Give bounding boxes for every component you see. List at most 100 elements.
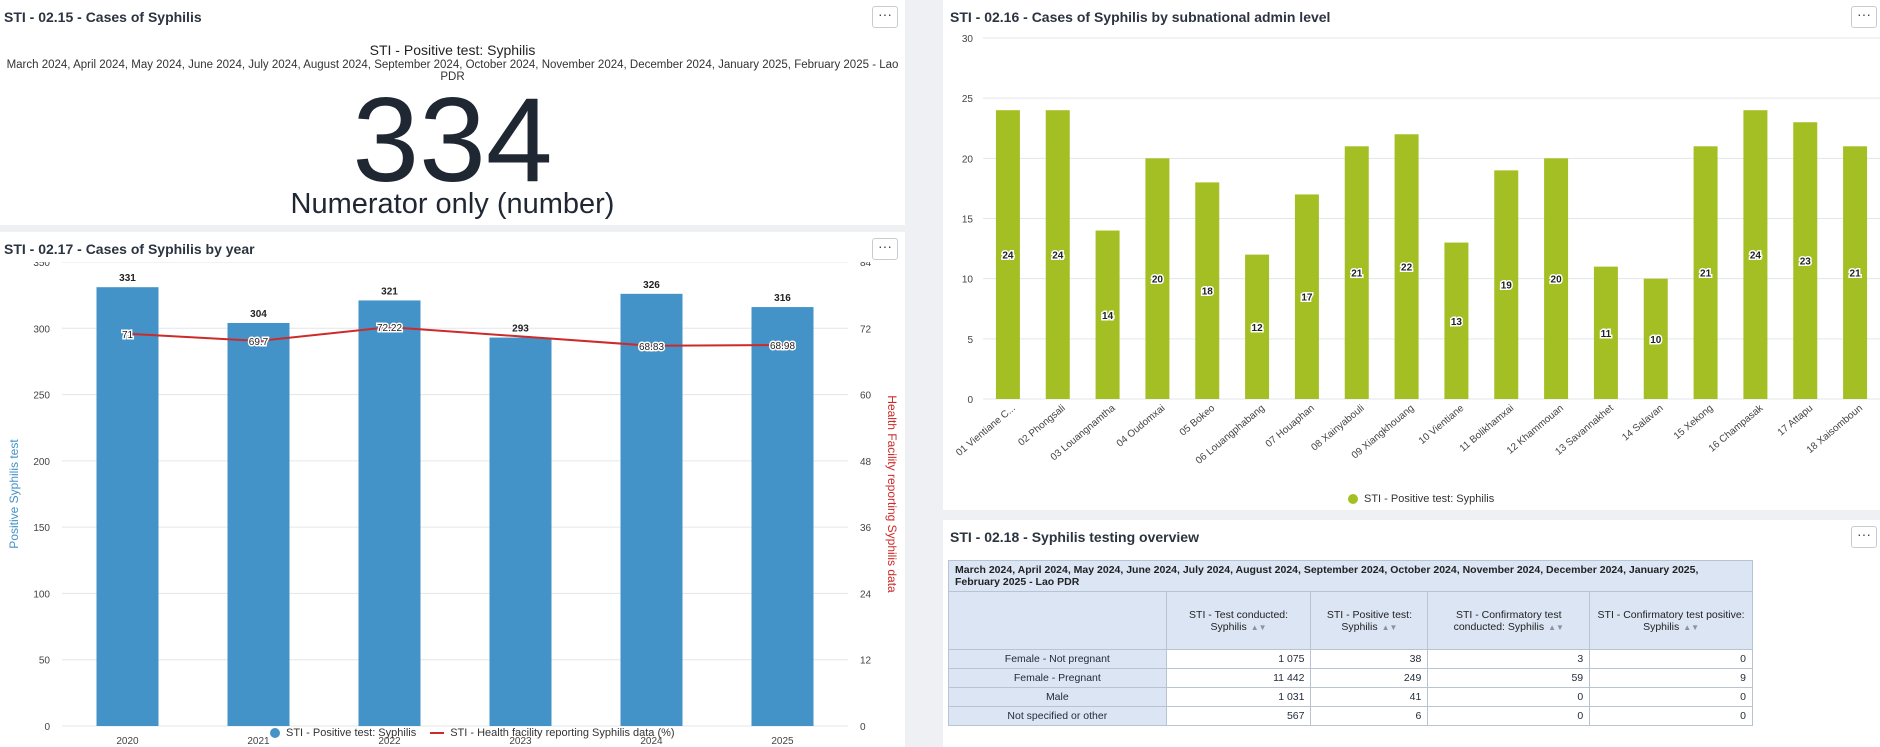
table-cell: 0 <box>1589 687 1753 707</box>
column-header[interactable]: STI - Positive test: Syphilis ▲▼ <box>1310 591 1429 650</box>
y-tick-label: 50 <box>39 656 51 667</box>
line-data-label: 68.98 <box>770 341 795 352</box>
admin-chart-legend: STI - Positive test: Syphilis <box>1348 493 1494 505</box>
table-cell: 0 <box>1427 706 1591 726</box>
sort-icon: ▲▼ <box>1381 622 1398 632</box>
y-tick-label: 20 <box>962 154 974 165</box>
y-tick-label: 100 <box>33 589 50 600</box>
year-chart-legend: STI - Positive test: Syphilis STI - Heal… <box>270 727 675 739</box>
single-value-label: Numerator only (number) <box>290 188 615 220</box>
y2-tick-label: 0 <box>860 722 866 733</box>
y-tick-label: 15 <box>962 215 974 226</box>
table-cell: 9 <box>1589 668 1753 688</box>
bar-data-label: 21 <box>1850 269 1862 280</box>
table-row: Male 1 031 41 0 0 <box>948 687 1753 707</box>
row-header: Not specified or other <box>948 706 1167 726</box>
table-cell: 1 031 <box>1165 687 1312 707</box>
panel-by-year: STI - 02.17 - Cases of Syphilis by year … <box>0 232 905 747</box>
panel-by-admin: STI - 02.16 - Cases of Syphilis by subna… <box>943 0 1880 510</box>
y2-tick-label: 12 <box>860 656 872 667</box>
bar-data-label: 14 <box>1102 311 1114 322</box>
table-row: Female - Not pregnant 1 075 38 3 0 <box>948 649 1753 669</box>
y2-tick-label: 84 <box>860 262 872 269</box>
legend-swatch-line <box>430 732 445 734</box>
column-header[interactable]: STI - Test conducted: Syphilis ▲▼ <box>1165 591 1312 650</box>
bar-data-label: 331 <box>119 273 136 284</box>
table-cell: 0 <box>1589 649 1753 669</box>
panel-menu-button[interactable]: ··· <box>1851 526 1877 548</box>
bar-data-label: 19 <box>1501 281 1513 292</box>
panel-testing-overview: STI - 02.18 - Syphilis testing overview … <box>943 520 1880 747</box>
bar <box>358 300 421 726</box>
table-row: Not specified or other 567 6 0 0 <box>948 706 1753 726</box>
x-tick-label: 01 Vientiane C... <box>954 403 1018 459</box>
table-cell: 0 <box>1427 687 1591 707</box>
table-cell: 6 <box>1310 706 1429 726</box>
table-cell: 3 <box>1427 649 1591 669</box>
x-tick-label: 10 Vientiane <box>1417 403 1467 447</box>
legend-swatch-bar <box>270 728 280 738</box>
bar-data-label: 21 <box>1700 269 1712 280</box>
bar-data-label: 18 <box>1202 287 1214 298</box>
x-tick-label: 16 Champasak <box>1707 402 1766 454</box>
bar-data-label: 17 <box>1301 293 1313 304</box>
y-tick-label: 30 <box>962 34 974 45</box>
table-period-header: March 2024, April 2024, May 2024, June 2… <box>948 560 1753 592</box>
row-header: Female - Pregnant <box>948 668 1167 688</box>
row-header: Male <box>948 687 1167 707</box>
y-tick-label: 5 <box>967 335 973 346</box>
panel-menu-button[interactable]: ··· <box>872 238 898 260</box>
legend-item-line: STI - Health facility reporting Syphilis… <box>450 727 675 739</box>
y2-tick-label: 36 <box>860 523 872 534</box>
admin-chart: 051015202530242401 Vientiane C...242402 … <box>954 34 1880 467</box>
column-header[interactable]: STI - Confirmatory test conducted: Syphi… <box>1427 591 1591 650</box>
bar-data-label: 11 <box>1601 329 1612 340</box>
row-header: Female - Not pregnant <box>948 649 1167 669</box>
single-value-number: 334 <box>352 73 553 207</box>
bar-data-label: 20 <box>1551 275 1563 286</box>
bar-data-label: 321 <box>381 286 398 297</box>
y-tick-label: 150 <box>33 523 50 534</box>
bar <box>620 293 683 726</box>
bar-data-label: 326 <box>643 280 660 291</box>
y2-tick-label: 72 <box>860 324 872 335</box>
y2-tick-label: 24 <box>860 589 872 600</box>
bar-data-label: 10 <box>1650 335 1662 346</box>
x-tick-label: 2020 <box>116 736 139 747</box>
x-tick-label: 02 Phongsali <box>1016 403 1067 449</box>
legend-item-bars: STI - Positive test: Syphilis <box>1364 493 1495 505</box>
panel-title: STI - 02.17 - Cases of Syphilis by year <box>4 241 255 257</box>
bar-data-label: 21 <box>1351 269 1363 280</box>
bar-data-label: 23 <box>1800 257 1812 268</box>
bar <box>96 287 159 726</box>
bar <box>227 322 290 726</box>
table-cell: 1 075 <box>1165 649 1312 669</box>
single-value-heading: STI - Positive test: Syphilis <box>369 42 536 58</box>
bar-data-label: 12 <box>1252 323 1264 334</box>
line-data-label: 69.7 <box>249 337 269 348</box>
legend-swatch-bar <box>1348 494 1358 504</box>
bar-data-label: 316 <box>774 293 791 304</box>
y-tick-label: 0 <box>44 722 50 733</box>
bar-data-label: 304 <box>250 309 267 320</box>
panel-single-value: STI - 02.15 - Cases of Syphilis ··· STI … <box>0 0 905 225</box>
legend-item-bars: STI - Positive test: Syphilis <box>286 727 417 739</box>
pivot-table: March 2024, April 2024, May 2024, June 2… <box>948 560 1753 726</box>
panel-menu-button[interactable]: ··· <box>872 6 898 28</box>
line-data-label: 68.83 <box>639 342 664 353</box>
bar <box>751 307 814 726</box>
table-cell: 0 <box>1589 706 1753 726</box>
y-tick-label: 300 <box>33 324 50 335</box>
panel-menu-button[interactable]: ··· <box>1851 6 1877 28</box>
x-tick-label: 2025 <box>771 736 794 747</box>
table-cell: 249 <box>1310 668 1429 688</box>
year-chart: 0 50 100 150 200 250 300 350 0 12 24 36 48 60 72 84 Posi… <box>7 262 899 747</box>
x-tick-label: 2021 <box>247 736 270 747</box>
bar-data-label: 13 <box>1451 317 1463 328</box>
table-cell: 38 <box>1310 649 1429 669</box>
y-tick-label: 0 <box>967 395 973 406</box>
column-header[interactable]: STI - Confirmatory test positive: Syphil… <box>1589 591 1753 650</box>
y-tick-label: 250 <box>33 391 50 402</box>
sort-icon: ▲▼ <box>1250 622 1267 632</box>
x-tick-label: 14 Salavan <box>1620 403 1665 444</box>
